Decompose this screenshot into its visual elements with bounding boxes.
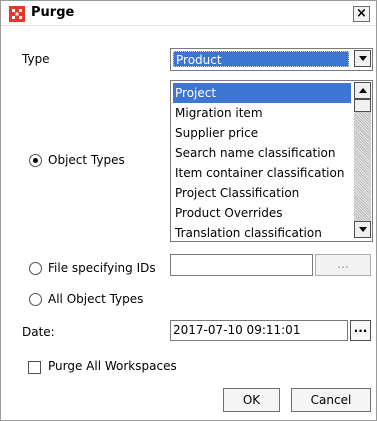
purge-all-workspaces-label: Purge All Workspaces <box>48 359 177 373</box>
date-input[interactable]: 2017-07-10 09:11:01 <box>170 320 348 341</box>
type-dropdown-value: Product <box>173 51 349 67</box>
ok-button[interactable]: OK <box>223 388 280 412</box>
list-scrollbar[interactable] <box>354 82 371 238</box>
list-item[interactable]: Product Overrides <box>173 203 351 223</box>
object-types-list[interactable]: Project Migration item Supplier price Se… <box>170 80 373 242</box>
scroll-up-icon[interactable] <box>354 82 371 99</box>
scroll-thumb[interactable] <box>354 99 371 112</box>
purge-all-workspaces-checkbox[interactable] <box>28 361 41 374</box>
browse-file-button[interactable]: ... <box>315 254 371 276</box>
object-types-radio[interactable] <box>29 154 42 167</box>
radio-selected-dot <box>33 158 38 163</box>
list-item[interactable]: Project <box>173 83 351 103</box>
list-item[interactable]: Supplier price <box>173 123 351 143</box>
window-title: Purge <box>31 5 75 20</box>
object-types-label: Object Types <box>48 153 125 167</box>
date-label: Date: <box>22 325 55 339</box>
object-types-items: Project Migration item Supplier price Se… <box>173 83 351 241</box>
type-label: Type <box>22 52 50 66</box>
all-object-types-radio[interactable] <box>29 293 42 306</box>
close-icon[interactable]: × <box>353 6 370 22</box>
purge-dialog: Purge × Type Product Object Types Projec… <box>0 0 377 421</box>
scroll-down-icon[interactable] <box>354 221 371 238</box>
purge-app-icon <box>9 6 25 22</box>
list-item[interactable]: Search name classification <box>173 143 351 163</box>
cancel-button[interactable]: Cancel <box>291 388 371 412</box>
file-ids-label: File specifying IDs <box>48 261 156 275</box>
list-item[interactable]: Item container classification <box>173 163 351 183</box>
list-item[interactable]: Migration item <box>173 103 351 123</box>
list-item[interactable]: Project Classification <box>173 183 351 203</box>
file-ids-input[interactable] <box>170 254 313 276</box>
file-ids-radio[interactable] <box>29 262 42 275</box>
all-object-types-label: All Object Types <box>48 292 144 306</box>
type-dropdown[interactable]: Product <box>170 48 373 71</box>
chevron-down-icon[interactable] <box>354 50 371 67</box>
date-picker-button[interactable]: ... <box>350 320 371 341</box>
list-item[interactable]: Translation classification <box>173 223 351 241</box>
title-bar[interactable]: Purge × <box>1 1 376 26</box>
